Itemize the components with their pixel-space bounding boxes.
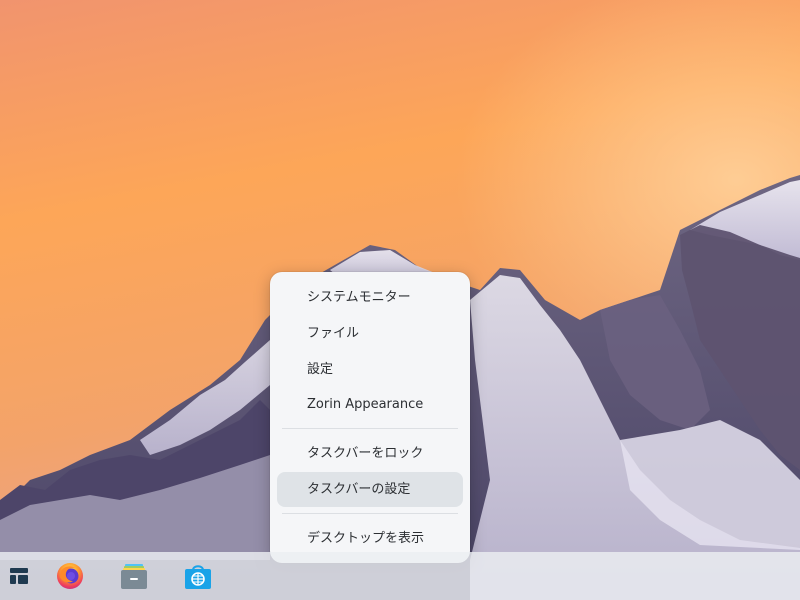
desktop[interactable]: システムモニター ファイル 設定 Zorin Appearance タスクバーを… bbox=[0, 0, 800, 600]
menu-separator bbox=[282, 513, 458, 514]
menu-item-lock-taskbar[interactable]: タスクバーをロック bbox=[277, 436, 463, 471]
menu-item-system-monitor[interactable]: システムモニター bbox=[277, 280, 463, 315]
menu-separator bbox=[282, 428, 458, 429]
taskbar-context-menu: システムモニター ファイル 設定 Zorin Appearance タスクバーを… bbox=[270, 272, 470, 563]
menu-item-taskbar-settings[interactable]: タスクバーの設定 bbox=[277, 472, 463, 507]
firefox-icon bbox=[57, 563, 83, 589]
menu-item-show-desktop[interactable]: デスクトップを表示 bbox=[277, 521, 463, 556]
files-icon bbox=[121, 564, 147, 589]
software-store-icon bbox=[185, 565, 211, 589]
zorin-menu-icon bbox=[10, 568, 28, 584]
software-store-launcher[interactable] bbox=[178, 552, 218, 600]
files-launcher[interactable] bbox=[114, 552, 154, 600]
zorin-menu-button[interactable] bbox=[4, 552, 34, 600]
menu-item-files[interactable]: ファイル bbox=[277, 316, 463, 351]
firefox-launcher[interactable] bbox=[50, 552, 90, 600]
taskbar[interactable] bbox=[0, 552, 800, 600]
menu-item-settings[interactable]: 設定 bbox=[277, 352, 463, 387]
menu-item-zorin-appearance[interactable]: Zorin Appearance bbox=[277, 387, 463, 422]
